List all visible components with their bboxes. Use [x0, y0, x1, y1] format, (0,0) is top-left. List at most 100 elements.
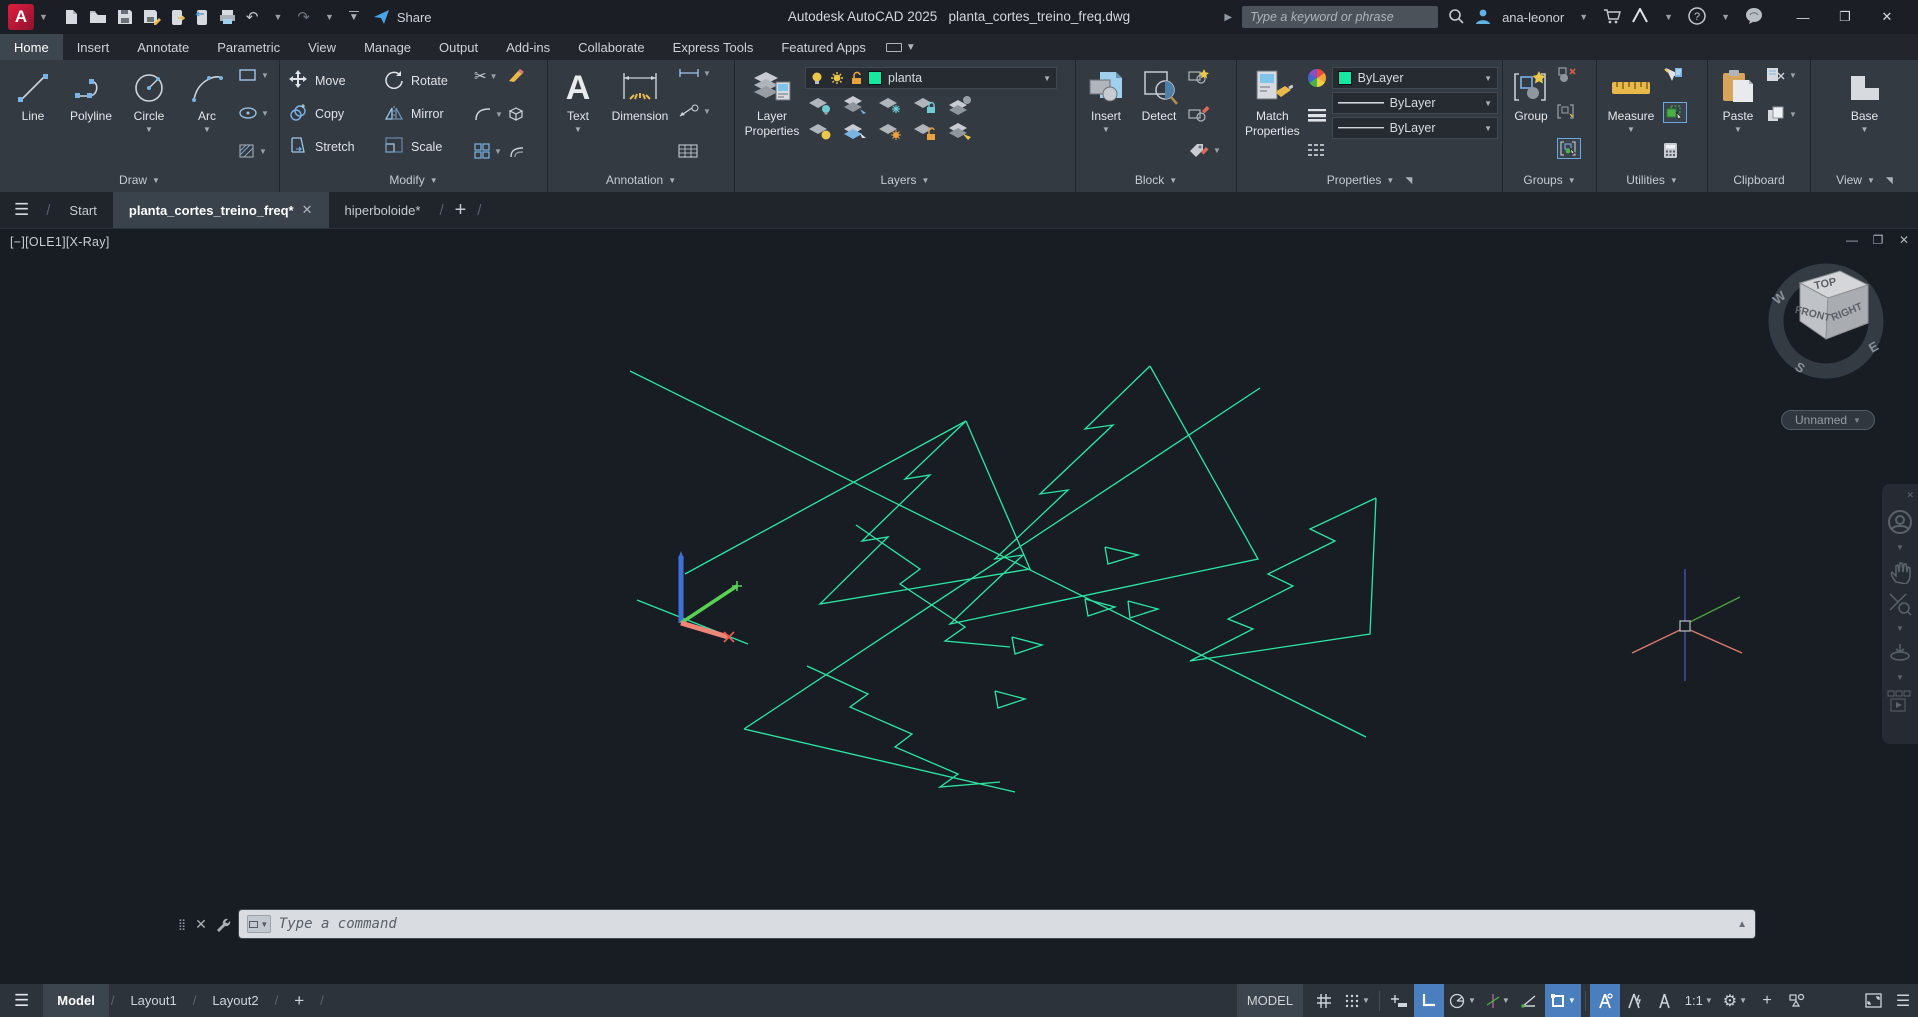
file-tab-current[interactable]: planta_cortes_treino_freq* ✕ — [112, 192, 329, 228]
table-button[interactable] — [678, 143, 711, 159]
block-panel-label[interactable]: Block ▼ — [1076, 168, 1236, 192]
tab-featured-apps[interactable]: Featured Apps — [767, 34, 880, 60]
autoscale-toggle[interactable] — [1620, 984, 1650, 1017]
autocad-logo[interactable]: A — [8, 4, 34, 30]
tab-collaborate[interactable]: Collaborate — [564, 34, 659, 60]
tab-view[interactable]: View — [294, 34, 350, 60]
recent-commands-icon[interactable]: ▼ — [246, 915, 271, 933]
viewcube[interactable]: W S E TOP FRONT RIGHT Unnamed ▼ — [1760, 257, 1896, 430]
show-motion-icon[interactable] — [1887, 690, 1913, 714]
command-input[interactable]: ▼ Type a command ▲ — [238, 910, 1755, 938]
qat-customize-icon[interactable]: ▼ — [348, 11, 359, 23]
layer-isolate-button[interactable] — [807, 95, 833, 115]
measure-button[interactable]: Measure ▼ — [1601, 63, 1661, 135]
color-wheel-icon[interactable] — [1307, 69, 1326, 87]
tab-express-tools[interactable]: Express Tools — [659, 34, 768, 60]
tab-manage[interactable]: Manage — [350, 34, 425, 60]
insert-button[interactable]: Insert ▼ — [1080, 63, 1132, 135]
redo-caret-icon[interactable]: ▼ — [320, 12, 339, 22]
create-block-button[interactable] — [1188, 67, 1221, 84]
object-snap-tracking-toggle[interactable] — [1515, 984, 1545, 1017]
feedback-icon[interactable] — [1745, 7, 1764, 27]
clean-screen-toggle[interactable] — [1858, 984, 1888, 1017]
drawing-area[interactable]: [−][OLE1][X-Ray] — ❐ ✕ W S E TOP FRONT R… — [0, 228, 1918, 984]
polyline-button[interactable]: Polyline — [62, 63, 120, 124]
named-view-dropdown[interactable]: Unnamed ▼ — [1781, 410, 1875, 430]
paste-button[interactable]: Paste ▼ — [1712, 63, 1764, 135]
navbar-orbit-caret-icon[interactable]: ▼ — [1896, 673, 1904, 682]
file-tab-start[interactable]: Start — [53, 192, 112, 228]
detect-button[interactable]: Detect — [1132, 63, 1186, 124]
properties-panel-label[interactable]: Properties ▼ ◥ — [1237, 168, 1502, 192]
clipboard-panel-label[interactable]: Clipboard — [1708, 168, 1810, 192]
isolate-objects-toggle[interactable] — [1782, 984, 1812, 1017]
navigation-bar[interactable]: ✕ ▼ ▼ ▼ — [1882, 484, 1918, 744]
match-properties-button[interactable]: Match Properties — [1241, 63, 1304, 139]
dynamic-input-toggle[interactable] — [1384, 984, 1414, 1017]
doc-close-button[interactable]: ✕ — [1896, 233, 1912, 247]
tab-output[interactable]: Output — [425, 34, 492, 60]
annotation-monitor-plus[interactable]: + — [1752, 984, 1782, 1017]
tab-parametric[interactable]: Parametric — [203, 34, 294, 60]
draw-panel-label[interactable]: Draw ▼ — [0, 168, 279, 192]
save-to-mobile-icon[interactable] — [195, 9, 209, 26]
linear-dimension-button[interactable]: ▼ — [678, 67, 711, 79]
stretch-button[interactable]: Stretch — [288, 136, 376, 157]
user-menu-caret-icon[interactable]: ▼ — [1574, 12, 1593, 22]
doc-restore-button[interactable]: ❐ — [1870, 233, 1886, 247]
layout-menu-icon[interactable]: ☰ — [0, 991, 43, 1011]
username-label[interactable]: ana-leonor — [1502, 10, 1564, 25]
leader-button[interactable]: ▼ — [678, 104, 711, 118]
close-file-tab-icon[interactable]: ✕ — [302, 202, 313, 218]
move-button[interactable]: Move — [288, 69, 376, 92]
ungroup-button[interactable] — [1557, 67, 1581, 83]
layer-lock-button[interactable] — [912, 95, 938, 115]
viewport-controls[interactable]: [−][OLE1][X-Ray] — [10, 235, 110, 249]
tab-add-ins[interactable]: Add-ins — [492, 34, 564, 60]
navbar-zoom-caret-icon[interactable]: ▼ — [1896, 624, 1904, 633]
navbar-close-icon[interactable]: ✕ — [1906, 490, 1914, 501]
help-icon[interactable]: ? — [1688, 6, 1706, 28]
user-avatar[interactable] — [1474, 7, 1492, 28]
copy-button[interactable]: Copy — [288, 103, 376, 125]
rotate-button[interactable]: Rotate — [384, 69, 468, 92]
mirror-button[interactable]: Mirror — [384, 104, 468, 125]
navigation-wheel-icon[interactable] — [1887, 509, 1913, 535]
customization-menu-icon[interactable]: ☰ — [1888, 984, 1918, 1017]
linetype-dropdown[interactable]: ByLayer ▼ — [1331, 117, 1498, 139]
edit-block-button[interactable] — [1188, 105, 1221, 122]
quick-select-button[interactable] — [1663, 67, 1687, 83]
restore-button[interactable]: ❐ — [1824, 0, 1866, 34]
new-file-icon[interactable] — [63, 9, 79, 25]
view-panel-label[interactable]: View ▼ ◥ — [1811, 168, 1918, 192]
pan-icon[interactable] — [1888, 560, 1912, 584]
base-button[interactable]: Base ▼ — [1837, 63, 1893, 135]
layer-freeze-button[interactable] — [877, 95, 903, 115]
select-similar-button[interactable] — [1663, 102, 1687, 123]
command-line-bar[interactable]: ⣿ ✕ ▼ Type a command ▲ — [178, 909, 1755, 939]
open-from-mobile-icon[interactable] — [171, 9, 185, 26]
group-edit-button[interactable] — [1557, 103, 1581, 119]
command-expand-icon[interactable]: ▲ — [1737, 919, 1747, 930]
copy-clip-button[interactable]: ▼ — [1766, 106, 1797, 122]
tab-insert[interactable]: Insert — [63, 34, 124, 60]
layer-unisolate-button[interactable] — [842, 95, 868, 115]
plot-icon[interactable] — [219, 9, 236, 25]
layer-unlock-all-button[interactable] — [912, 121, 938, 141]
search-input[interactable] — [1242, 6, 1439, 28]
save-as-icon[interactable] — [143, 9, 161, 25]
edit-attributes-button[interactable]: ▼ — [1188, 142, 1221, 159]
ortho-toggle[interactable] — [1413, 984, 1444, 1017]
tab-home[interactable]: Home — [0, 34, 63, 60]
scale-button[interactable]: Scale — [384, 136, 468, 157]
lineweight-icon[interactable] — [1307, 108, 1327, 122]
save-icon[interactable] — [117, 9, 133, 25]
erase-button[interactable] — [507, 67, 525, 83]
rectangle-button[interactable]: ▼ — [238, 67, 269, 83]
ribbon-display-toggle[interactable]: ▼ — [885, 34, 916, 60]
polar-tracking-toggle[interactable]: ▼ — [1444, 984, 1481, 1017]
undo-icon[interactable]: ↶ — [246, 8, 259, 26]
layer-off-button[interactable] — [807, 121, 833, 141]
isometric-drafting-toggle[interactable]: ▼ — [1481, 984, 1515, 1017]
command-drag-grip[interactable]: ⣿ — [178, 918, 187, 931]
